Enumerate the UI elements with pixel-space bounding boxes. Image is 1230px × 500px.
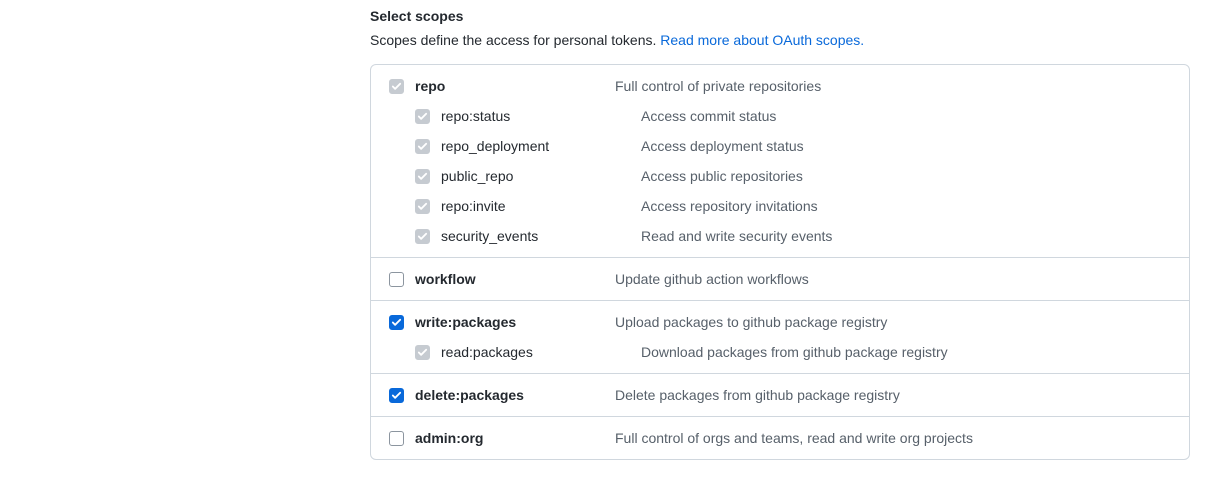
scope-description: Full control of private repositories — [615, 78, 1173, 94]
checkbox-wrap — [413, 343, 431, 361]
scope-row-public-repo: public_repoAccess public repositories — [371, 161, 1189, 191]
scope-name[interactable]: public_repo — [441, 168, 641, 184]
checkbox-wrap — [387, 270, 405, 288]
scope-description: Delete packages from github package regi… — [615, 387, 1173, 403]
scope-name[interactable]: repo_deployment — [441, 138, 641, 154]
scope-checkbox-admin-org[interactable] — [389, 431, 404, 446]
checkbox-wrap — [413, 227, 431, 245]
section-description: Scopes define the access for personal to… — [370, 32, 1190, 48]
scope-row-repo-deployment: repo_deploymentAccess deployment status — [371, 131, 1189, 161]
scope-description: Download packages from github package re… — [641, 344, 1173, 360]
section-title: Select scopes — [370, 8, 1190, 24]
scope-description: Access commit status — [641, 108, 1173, 124]
scope-row-security-events: security_eventsRead and write security e… — [371, 221, 1189, 257]
scope-name[interactable]: delete:packages — [415, 387, 615, 403]
scope-checkbox-write-packages[interactable] — [389, 315, 404, 330]
description-text: Scopes define the access for personal to… — [370, 32, 660, 48]
checkbox-wrap — [387, 77, 405, 95]
check-icon — [417, 111, 428, 122]
scope-checkbox-repo-deployment[interactable] — [415, 139, 430, 154]
scope-row-repo-status: repo:statusAccess commit status — [371, 101, 1189, 131]
check-icon — [417, 231, 428, 242]
scope-row-admin-org: admin:orgFull control of orgs and teams,… — [371, 417, 1189, 459]
scope-name[interactable]: repo:status — [441, 108, 641, 124]
check-icon — [417, 201, 428, 212]
scope-checkbox-repo[interactable] — [389, 79, 404, 94]
check-icon — [391, 390, 402, 401]
scope-group: repoFull control of private repositories… — [371, 65, 1189, 257]
scope-description: Access repository invitations — [641, 198, 1173, 214]
scope-group: write:packagesUpload packages to github … — [371, 300, 1189, 373]
check-icon — [391, 81, 402, 92]
scope-group: admin:orgFull control of orgs and teams,… — [371, 416, 1189, 459]
scope-checkbox-public-repo[interactable] — [415, 169, 430, 184]
scope-row-workflow: workflowUpdate github action workflows — [371, 258, 1189, 300]
scope-name[interactable]: workflow — [415, 271, 615, 287]
scope-description: Access public repositories — [641, 168, 1173, 184]
scope-name[interactable]: read:packages — [441, 344, 641, 360]
scope-checkbox-repo-invite[interactable] — [415, 199, 430, 214]
checkbox-wrap — [413, 167, 431, 185]
scope-name[interactable]: repo:invite — [441, 198, 641, 214]
scope-row-delete-packages: delete:packagesDelete packages from gith… — [371, 374, 1189, 416]
scope-name[interactable]: repo — [415, 78, 615, 94]
scope-checkbox-delete-packages[interactable] — [389, 388, 404, 403]
checkbox-wrap — [387, 313, 405, 331]
oauth-scopes-link[interactable]: Read more about OAuth scopes. — [660, 32, 864, 48]
scope-description: Read and write security events — [641, 228, 1173, 244]
checkbox-wrap — [387, 386, 405, 404]
scope-group: workflowUpdate github action workflows — [371, 257, 1189, 300]
scope-row-write-packages: write:packagesUpload packages to github … — [371, 301, 1189, 337]
checkbox-wrap — [413, 137, 431, 155]
scope-checkbox-repo-status[interactable] — [415, 109, 430, 124]
scope-checkbox-read-packages[interactable] — [415, 345, 430, 360]
scope-description: Update github action workflows — [615, 271, 1173, 287]
scope-checkbox-workflow[interactable] — [389, 272, 404, 287]
scope-selection-container: Select scopes Scopes define the access f… — [370, 8, 1190, 460]
scope-name[interactable]: security_events — [441, 228, 641, 244]
checkbox-wrap — [387, 429, 405, 447]
scope-name[interactable]: admin:org — [415, 430, 615, 446]
scope-description: Full control of orgs and teams, read and… — [615, 430, 1173, 446]
check-icon — [391, 317, 402, 328]
scope-row-repo: repoFull control of private repositories — [371, 65, 1189, 101]
scope-name[interactable]: write:packages — [415, 314, 615, 330]
check-icon — [417, 347, 428, 358]
scope-description: Upload packages to github package regist… — [615, 314, 1173, 330]
check-icon — [417, 141, 428, 152]
scope-checkbox-security-events[interactable] — [415, 229, 430, 244]
checkbox-wrap — [413, 197, 431, 215]
check-icon — [417, 171, 428, 182]
checkbox-wrap — [413, 107, 431, 125]
scope-row-repo-invite: repo:inviteAccess repository invitations — [371, 191, 1189, 221]
scope-group: delete:packagesDelete packages from gith… — [371, 373, 1189, 416]
scope-description: Access deployment status — [641, 138, 1173, 154]
scope-list: repoFull control of private repositories… — [370, 64, 1190, 460]
scope-row-read-packages: read:packagesDownload packages from gith… — [371, 337, 1189, 373]
